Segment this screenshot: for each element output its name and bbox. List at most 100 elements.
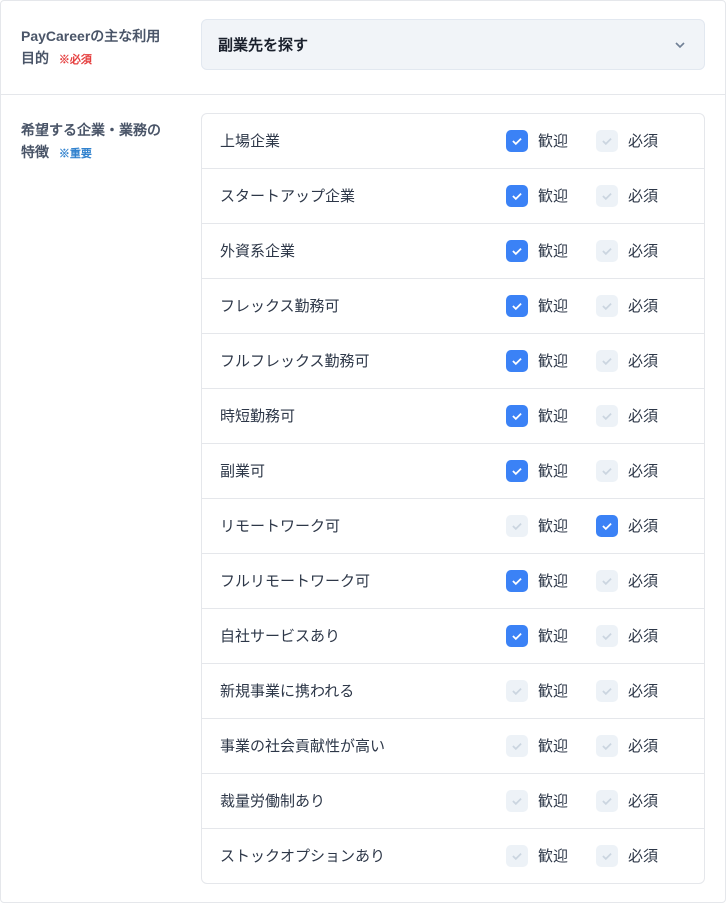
required-checkbox[interactable] (596, 460, 618, 482)
welcome-checkbox[interactable] (506, 570, 528, 592)
feature-item: 事業の社会貢献性が高い歓迎 必須 (202, 719, 704, 774)
required-label: 必須 (628, 460, 658, 481)
required-badge: ※必須 (53, 54, 92, 66)
required-group: 必須 (596, 680, 686, 702)
required-group: 必須 (596, 735, 686, 757)
required-group: 必須 (596, 405, 686, 427)
purpose-selected-value: 副業先を探す (218, 34, 308, 55)
required-label: 必須 (628, 240, 658, 261)
feature-item: スタートアップ企業 歓迎 必須 (202, 169, 704, 224)
welcome-checkbox[interactable] (506, 790, 528, 812)
required-group: 必須 (596, 570, 686, 592)
feature-item: フルリモートワーク可 歓迎 必須 (202, 554, 704, 609)
required-group: 必須 (596, 350, 686, 372)
welcome-group: 歓迎 (506, 845, 596, 867)
feature-item: 時短勤務可歓迎必須 (202, 389, 704, 444)
required-label: 必須 (628, 130, 658, 151)
welcome-checkbox[interactable] (506, 460, 528, 482)
required-checkbox[interactable] (596, 295, 618, 317)
required-label: 必須 (628, 735, 658, 756)
feature-item: フルフレックス勤務可 歓迎 必須 (202, 334, 704, 389)
welcome-label: 歓迎 (538, 680, 568, 701)
feature-item: 外資系企業歓迎必須 (202, 224, 704, 279)
feature-list: 上場企業歓迎必須スタートアップ企業歓迎必須外資系企業歓迎必須フレックス勤務可歓迎… (201, 113, 705, 884)
feature-item: 副業可歓迎必須 (202, 444, 704, 499)
welcome-group: 歓迎 (506, 625, 596, 647)
important-badge: ※重要 (53, 148, 92, 160)
features-label: 希望する企業・業務の特徴 ※重要 (1, 95, 191, 902)
required-group: 必須 (596, 845, 686, 867)
welcome-checkbox[interactable] (506, 185, 528, 207)
required-checkbox[interactable] (596, 405, 618, 427)
welcome-checkbox[interactable] (506, 130, 528, 152)
required-checkbox[interactable] (596, 845, 618, 867)
welcome-group: 歓迎 (506, 790, 596, 812)
required-checkbox[interactable] (596, 185, 618, 207)
welcome-label: 歓迎 (538, 405, 568, 426)
welcome-label: 歓迎 (538, 295, 568, 316)
welcome-label: 歓迎 (538, 350, 568, 371)
welcome-checkbox[interactable] (506, 295, 528, 317)
required-label: 必須 (628, 350, 658, 371)
required-group: 必須 (596, 130, 686, 152)
feature-name: 新規事業に携われる (220, 680, 506, 701)
welcome-checkbox[interactable] (506, 240, 528, 262)
required-label: 必須 (628, 790, 658, 811)
welcome-group: 歓迎 (506, 405, 596, 427)
required-checkbox[interactable] (596, 680, 618, 702)
welcome-checkbox[interactable] (506, 845, 528, 867)
welcome-checkbox[interactable] (506, 680, 528, 702)
welcome-label: 歓迎 (538, 845, 568, 866)
welcome-label: 歓迎 (538, 790, 568, 811)
welcome-label: 歓迎 (538, 185, 568, 206)
feature-name: 副業可 (220, 460, 506, 481)
welcome-group: 歓迎 (506, 735, 596, 757)
required-checkbox[interactable] (596, 240, 618, 262)
feature-name: 裁量労働制あり (220, 790, 506, 811)
feature-name: スタートアップ企業 (220, 185, 506, 206)
welcome-checkbox[interactable] (506, 735, 528, 757)
welcome-label: 歓迎 (538, 625, 568, 646)
feature-item: フレックス勤務可歓迎必須 (202, 279, 704, 334)
required-checkbox[interactable] (596, 350, 618, 372)
welcome-group: 歓迎 (506, 130, 596, 152)
required-checkbox[interactable] (596, 570, 618, 592)
required-label: 必須 (628, 625, 658, 646)
feature-name: 上場企業 (220, 130, 506, 151)
feature-name: 事業の社会貢献性が高い (220, 735, 506, 756)
feature-item: ストックオプションあり 歓迎 必須 (202, 829, 704, 883)
feature-name: ストックオプションあり (220, 845, 506, 866)
feature-name: 自社サービスあり (220, 625, 506, 646)
required-group: 必須 (596, 295, 686, 317)
welcome-label: 歓迎 (538, 570, 568, 591)
required-label: 必須 (628, 680, 658, 701)
required-checkbox[interactable] (596, 735, 618, 757)
required-label: 必須 (628, 405, 658, 426)
welcome-checkbox[interactable] (506, 350, 528, 372)
required-checkbox[interactable] (596, 515, 618, 537)
welcome-checkbox[interactable] (506, 515, 528, 537)
required-group: 必須 (596, 240, 686, 262)
required-checkbox[interactable] (596, 130, 618, 152)
welcome-checkbox[interactable] (506, 405, 528, 427)
welcome-group: 歓迎 (506, 680, 596, 702)
required-label: 必須 (628, 845, 658, 866)
feature-name: リモートワーク可 (220, 515, 506, 536)
required-checkbox[interactable] (596, 625, 618, 647)
welcome-group: 歓迎 (506, 570, 596, 592)
required-group: 必須 (596, 625, 686, 647)
required-label: 必須 (628, 570, 658, 591)
welcome-group: 歓迎 (506, 350, 596, 372)
feature-item: リモートワーク可歓迎必須 (202, 499, 704, 554)
welcome-group: 歓迎 (506, 515, 596, 537)
welcome-checkbox[interactable] (506, 625, 528, 647)
required-group: 必須 (596, 185, 686, 207)
required-label: 必須 (628, 295, 658, 316)
feature-name: フルフレックス勤務可 (220, 350, 506, 371)
feature-item: 自社サービスあり 歓迎 必須 (202, 609, 704, 664)
welcome-group: 歓迎 (506, 185, 596, 207)
purpose-select[interactable]: 副業先を探す (201, 19, 705, 70)
feature-name: フルリモートワーク可 (220, 570, 506, 591)
welcome-label: 歓迎 (538, 130, 568, 151)
required-checkbox[interactable] (596, 790, 618, 812)
